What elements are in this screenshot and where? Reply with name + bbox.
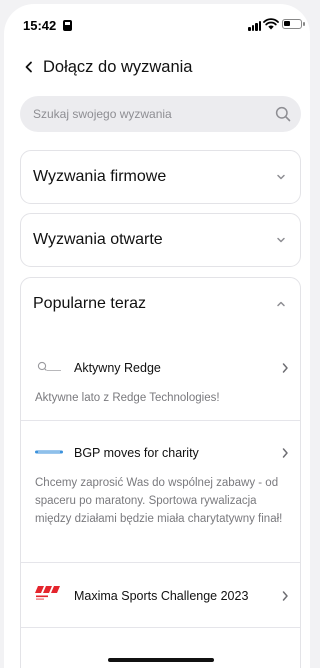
section-title: Wyzwania firmowe xyxy=(33,168,167,185)
status-bar: 15:42 xyxy=(4,4,310,48)
challenge-item-maxima[interactable]: Maxima Sports Challenge 2023 xyxy=(21,563,300,627)
app-screen: 15:42 Dołącz do wyzwania Szukaj swojego … xyxy=(4,4,310,668)
signal-icon xyxy=(248,21,261,31)
section-open-challenges: Wyzwania otwarte xyxy=(20,213,301,267)
chevron-up-icon xyxy=(277,301,285,307)
wifi-icon xyxy=(263,18,279,30)
search-input[interactable] xyxy=(20,96,273,132)
chevron-down-icon xyxy=(277,237,285,243)
chevron-right-icon xyxy=(282,363,288,373)
home-indicator xyxy=(108,658,214,662)
maxima-logo-icon xyxy=(35,586,60,600)
section-header-open[interactable]: Wyzwania otwarte xyxy=(21,214,300,266)
back-button[interactable] xyxy=(18,56,40,78)
challenge-description: Aktywne lato z Redge Technologies! xyxy=(35,392,220,404)
section-popular-now: Popularne teraz Aktywny Redge Aktywne la… xyxy=(20,277,301,668)
challenge-description: Chcemy zaprosić Was do wspólnej zabawy -… xyxy=(35,477,283,525)
challenge-item-bgp[interactable]: BGP moves for charity Chcemy zaprosić Wa… xyxy=(21,421,300,562)
divider xyxy=(21,627,300,628)
section-header-popular[interactable]: Popularne teraz xyxy=(21,278,300,330)
search-bar xyxy=(20,96,301,132)
challenge-item-redge[interactable]: Aktywny Redge Aktywne lato z Redge Techn… xyxy=(21,336,300,420)
section-title: Popularne teraz xyxy=(33,295,146,312)
challenge-title: BGP moves for charity xyxy=(74,446,199,460)
chevron-right-icon xyxy=(282,591,288,601)
challenge-title: Aktywny Redge xyxy=(74,361,161,375)
challenge-title: Maxima Sports Challenge 2023 xyxy=(74,589,249,603)
page-title: Dołącz do wyzwania xyxy=(43,58,193,76)
section-company-challenges: Wyzwania firmowe xyxy=(20,150,301,204)
section-title: Wyzwania otwarte xyxy=(33,231,163,248)
section-header-company[interactable]: Wyzwania firmowe xyxy=(21,151,300,203)
search-icon[interactable] xyxy=(275,106,291,122)
battery-icon xyxy=(282,19,305,29)
header: Dołącz do wyzwania xyxy=(4,48,310,88)
bgp-logo-icon xyxy=(35,450,63,454)
chevron-down-icon xyxy=(277,174,285,180)
redge-logo-icon xyxy=(37,361,61,371)
chevron-right-icon xyxy=(282,448,288,458)
status-time: 15:42 xyxy=(23,18,57,33)
chevron-left-icon xyxy=(25,61,32,73)
sim-icon xyxy=(63,20,72,31)
